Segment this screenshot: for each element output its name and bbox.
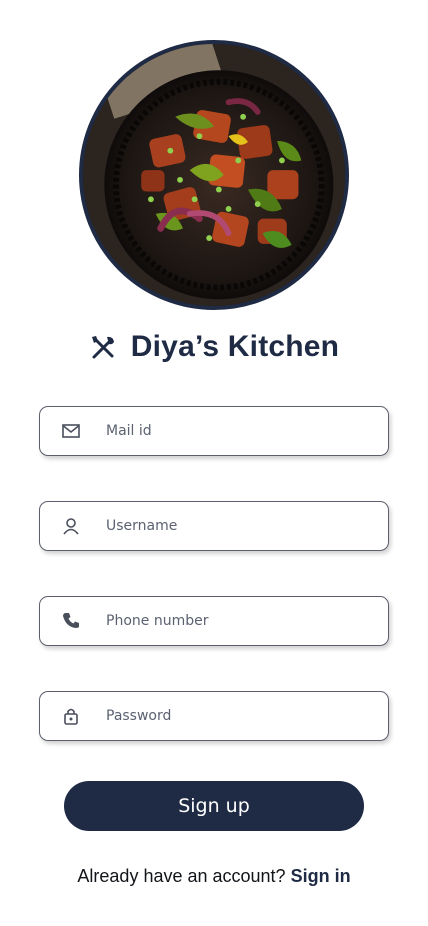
user-icon <box>60 515 82 537</box>
phone-input[interactable] <box>106 613 366 629</box>
password-input[interactable] <box>106 708 366 724</box>
username-field[interactable] <box>39 501 389 551</box>
username-input[interactable] <box>106 518 366 534</box>
sign-in-prompt-text: Already have an account? <box>77 866 286 886</box>
password-field[interactable] <box>39 691 389 741</box>
fork-and-knife-icon <box>91 336 114 359</box>
sign-in-prompt: Already have an account? Sign in <box>0 866 428 887</box>
email-input[interactable] <box>106 423 366 439</box>
brand: Diya’s Kitchen <box>0 330 428 364</box>
sign-in-link[interactable]: Sign in <box>291 866 351 886</box>
mail-icon <box>60 420 82 442</box>
app-name: Diya’s Kitchen <box>130 330 340 363</box>
phone-field[interactable] <box>39 596 389 646</box>
signup-screen: Diya’s Kitchen Mail id Username Phone nu… <box>0 0 428 926</box>
email-field[interactable] <box>39 406 389 456</box>
sign-up-button[interactable]: Sign up <box>64 781 364 831</box>
phone-icon <box>60 610 82 632</box>
food-plate-image <box>79 40 349 310</box>
lock-icon <box>60 705 82 727</box>
